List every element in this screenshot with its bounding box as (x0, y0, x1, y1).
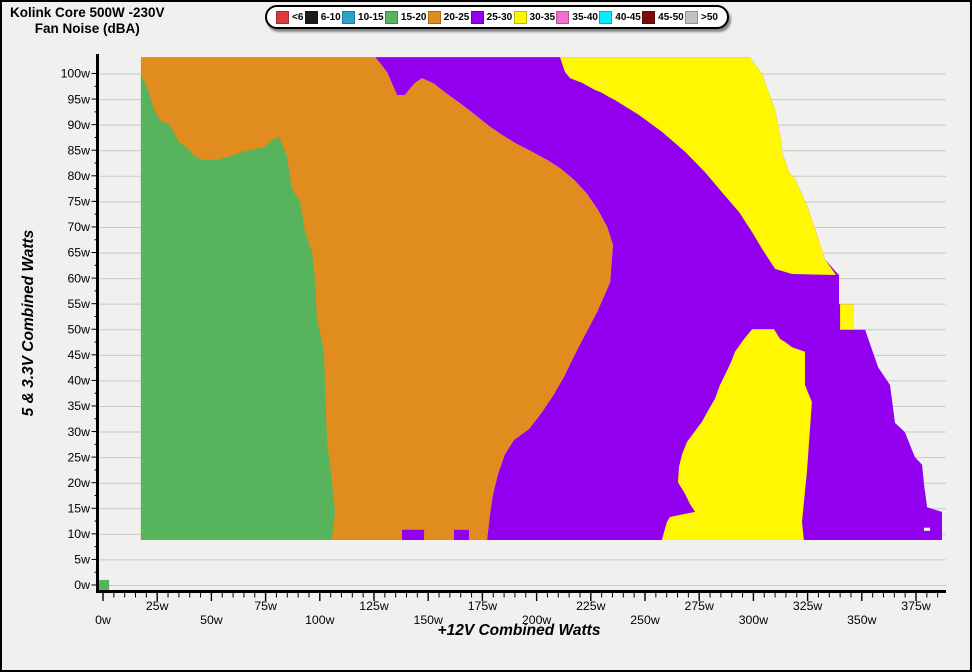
legend-item-10-15: 10-15 (342, 11, 384, 24)
legend-bin-label: >50 (701, 12, 718, 23)
legend-bin-label: 30-35 (530, 12, 556, 23)
y-tick-label-50w: 50w (67, 322, 90, 336)
legend-swatch (342, 11, 355, 24)
heatmap-regions (97, 57, 942, 591)
y-tick-label-0w: 0w (74, 578, 90, 592)
legend-item-x50: >50 (685, 11, 718, 24)
legend-bin-label: 6-10 (321, 12, 341, 23)
legend-item-20-25: 20-25 (428, 11, 470, 24)
region-purple-speck-1 (402, 530, 424, 540)
y-tick-label-15w: 15w (67, 501, 90, 515)
x-tick-label-0w: 0w (95, 613, 111, 627)
y-tick-label-100w: 100w (61, 67, 91, 81)
y-tick-label-35w: 35w (67, 399, 90, 413)
y-axis-title: 5 & 3.3V Combined Watts (20, 218, 38, 428)
y-tick-label-25w: 25w (67, 450, 90, 464)
legend-swatch (471, 11, 484, 24)
y-tick-label-45w: 45w (67, 348, 90, 362)
legend-swatch (556, 11, 569, 24)
x-tick-label-50w: 50w (200, 613, 223, 627)
x-tick-label-175w: 175w (468, 599, 498, 613)
legend-bin-label: 20-25 (444, 12, 470, 23)
legend-swatch (276, 11, 289, 24)
x-tick-label-125w: 125w (359, 599, 389, 613)
legend-bin-label: <6 (292, 12, 303, 23)
x-tick-label-275w: 275w (684, 599, 714, 613)
x-tick-label-375w: 375w (901, 599, 931, 613)
y-tick-label-75w: 75w (67, 195, 90, 209)
legend-item-6-10: 6-10 (305, 11, 341, 24)
legend-swatch (428, 11, 441, 24)
y-tick-label-20w: 20w (67, 476, 90, 490)
y-tick-label-55w: 55w (67, 297, 90, 311)
region-purple-speck-2 (454, 530, 469, 540)
legend-bin-label: 45-50 (658, 12, 684, 23)
region-white-gap-dash (924, 528, 930, 531)
legend-bin-label: 40-45 (615, 12, 641, 23)
legend-swatch (305, 11, 318, 24)
y-tick-label-40w: 40w (67, 374, 90, 388)
legend-item-30-35: 30-35 (514, 11, 556, 24)
y-tick-label-80w: 80w (67, 169, 90, 183)
y-tick-label-85w: 85w (67, 143, 90, 157)
x-tick-label-75w: 75w (254, 599, 277, 613)
legend: <6 6-10 10-15 15-20 20-25 25-30 30-35 35-40 40-4… (265, 5, 729, 29)
y-tick-label-5w: 5w (74, 553, 90, 567)
legend-swatch (599, 11, 612, 24)
x-tick-label-25w: 25w (146, 599, 169, 613)
y-tick-label-90w: 90w (67, 118, 90, 132)
legend-swatch (642, 11, 655, 24)
x-tick-label-300w: 300w (739, 613, 769, 627)
y-tick-label-65w: 65w (67, 246, 90, 260)
x-tick-label-325w: 325w (793, 599, 823, 613)
chart-screenshot: Kolink Core 500W -230V Fan Noise (dBA) <… (0, 0, 972, 672)
y-tick-label-30w: 30w (67, 425, 90, 439)
y-tick-label-70w: 70w (67, 220, 90, 234)
legend-swatch (685, 11, 698, 24)
legend-item-x6: <6 (276, 11, 303, 24)
x-tick-label-225w: 225w (576, 599, 606, 613)
legend-swatch (385, 11, 398, 24)
x-tick-label-100w: 100w (305, 613, 335, 627)
y-tick-label-95w: 95w (67, 92, 90, 106)
legend-item-15-20: 15-20 (385, 11, 427, 24)
legend-swatch (514, 11, 527, 24)
y-tick-label-10w: 10w (67, 527, 90, 541)
x-tick-label-350w: 350w (847, 613, 877, 627)
legend-item-40-45: 40-45 (599, 11, 641, 24)
x-axis-title: +12V Combined Watts (379, 622, 659, 640)
chart-svg: 0w25w50w75w100w125w150w175w200w225w250w2… (2, 2, 972, 672)
legend-item-45-50: 45-50 (642, 11, 684, 24)
legend-bin-label: 15-20 (401, 12, 427, 23)
legend-bin-label: 25-30 (487, 12, 513, 23)
legend-bin-label: 35-40 (572, 12, 598, 23)
y-tick-label-60w: 60w (67, 271, 90, 285)
legend-bin-label: 10-15 (358, 12, 384, 23)
legend-item-25-30: 25-30 (471, 11, 513, 24)
region-yellow-right-edge-notch (840, 304, 854, 330)
legend-item-35-40: 35-40 (556, 11, 598, 24)
